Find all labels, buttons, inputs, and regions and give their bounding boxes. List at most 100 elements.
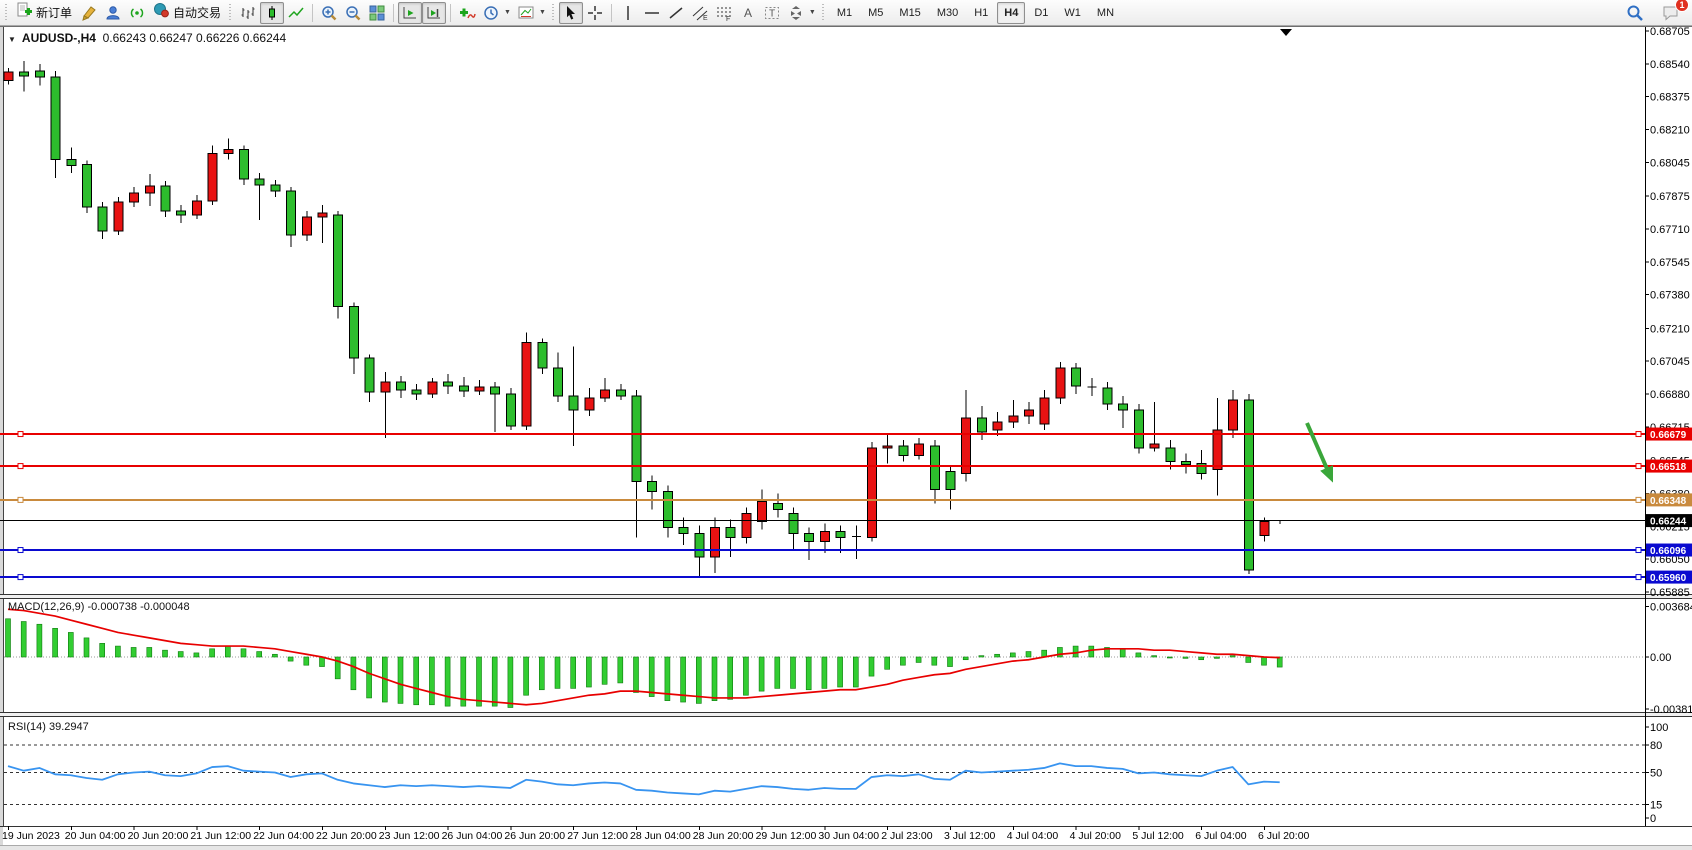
rsi-value: 39.2947: [49, 721, 89, 733]
timeframe-button-H4[interactable]: H4: [997, 2, 1025, 24]
collapse-quote-icon[interactable]: ▼: [8, 35, 16, 44]
cursor-icon: [562, 4, 580, 22]
hline-tag-0.65960[interactable]: 0.65960: [1646, 571, 1692, 585]
svg-text:29 Jun 12:00: 29 Jun 12:00: [756, 830, 817, 842]
arrows-button[interactable]: ▼: [784, 2, 819, 24]
search-icon: [1625, 3, 1645, 23]
svg-text:5 Jul 12:00: 5 Jul 12:00: [1132, 830, 1184, 842]
svg-text:15: 15: [1650, 799, 1662, 811]
svg-text:0.003684: 0.003684: [1650, 602, 1692, 614]
horizontal-line-icon: [643, 4, 661, 22]
periods-button[interactable]: ▼: [479, 2, 514, 24]
timeframe-button-H1[interactable]: H1: [967, 2, 995, 24]
styler-button[interactable]: [77, 2, 101, 24]
rsi-name: RSI(14): [8, 721, 46, 733]
svg-text:0.67380: 0.67380: [1650, 290, 1690, 302]
svg-text:0.66096: 0.66096: [1650, 546, 1687, 557]
timeframe-button-M30[interactable]: M30: [930, 2, 965, 24]
auto-trading-button[interactable]: 自动交易: [149, 2, 226, 24]
chart-shift-icon: [425, 4, 443, 22]
auto-trading-icon: [152, 1, 170, 24]
text-label-icon: T: [763, 4, 781, 22]
svg-text:F: F: [726, 16, 730, 22]
tile-windows-button[interactable]: [365, 2, 389, 24]
bar-chart-button[interactable]: [236, 2, 260, 24]
svg-text:50: 50: [1650, 768, 1662, 780]
templates-button[interactable]: ▼: [514, 2, 549, 24]
notifications-button[interactable]: 1: [1658, 2, 1684, 24]
tile-windows-icon: [368, 4, 386, 22]
svg-text:6 Jul 04:00: 6 Jul 04:00: [1195, 830, 1247, 842]
indicators-button[interactable]: [455, 2, 479, 24]
timeframe-button-D1[interactable]: D1: [1027, 2, 1055, 24]
svg-text:28 Jun 04:00: 28 Jun 04:00: [630, 830, 691, 842]
zoom-out-button[interactable]: [341, 2, 365, 24]
svg-text:0.65885: 0.65885: [1650, 587, 1690, 599]
svg-text:0.66679: 0.66679: [1650, 430, 1687, 441]
svg-text:0.66348: 0.66348: [1650, 496, 1687, 507]
macd-label: MACD(12,26,9) -0.000738 -0.000048: [8, 601, 190, 613]
svg-text:E: E: [703, 15, 708, 22]
svg-text:0.65960: 0.65960: [1650, 573, 1687, 584]
svg-text:0.67545: 0.67545: [1650, 257, 1690, 269]
toolbar-drag-handle[interactable]: [821, 4, 826, 22]
chart-shift-button[interactable]: [422, 2, 446, 24]
horizontal-line-button[interactable]: [640, 2, 664, 24]
crosshair-button[interactable]: [583, 2, 607, 24]
line-chart-button[interactable]: [284, 2, 308, 24]
timeframe-button-M5[interactable]: M5: [861, 2, 890, 24]
svg-text:0.67875: 0.67875: [1650, 191, 1690, 203]
current-price-tag[interactable]: 0.66244: [1646, 514, 1692, 528]
timeframe-button-W1[interactable]: W1: [1057, 2, 1088, 24]
timeframe-toolbar: M1M5M15M30H1H4D1W1MN: [829, 1, 1122, 25]
svg-text:A: A: [744, 6, 752, 20]
rsi-label: RSI(14) 39.2947: [8, 721, 89, 733]
svg-text:0.68705: 0.68705: [1650, 26, 1690, 38]
text-button[interactable]: A: [736, 2, 760, 24]
svg-text:0.67710: 0.67710: [1650, 224, 1690, 236]
search-button[interactable]: [1622, 2, 1648, 24]
hline-tag-0.66348[interactable]: 0.66348: [1646, 493, 1692, 507]
text-label-button[interactable]: T: [760, 2, 784, 24]
candlestick-chart-icon: [263, 4, 281, 22]
svg-text:0: 0: [1650, 813, 1656, 825]
equidistant-channel-button[interactable]: E: [688, 2, 712, 24]
fibonacci-button[interactable]: F: [712, 2, 736, 24]
toolbar-drag-handle[interactable]: [551, 4, 556, 22]
zoom-in-button[interactable]: [317, 2, 341, 24]
svg-text:19 Jun 2023: 19 Jun 2023: [2, 830, 60, 842]
main-toolbar: 新订单 自动交易: [0, 0, 1692, 26]
trendline-button[interactable]: [664, 2, 688, 24]
signals-button[interactable]: [125, 2, 149, 24]
line-chart-icon: [287, 4, 305, 22]
hline-tag-0.66679[interactable]: 0.66679: [1646, 428, 1692, 442]
templates-icon: [517, 4, 535, 22]
new-order-button[interactable]: 新订单: [12, 2, 77, 24]
toolbar-drag-handle[interactable]: [4, 4, 9, 22]
profile-button[interactable]: [101, 2, 125, 24]
timeframe-button-M1[interactable]: M1: [830, 2, 859, 24]
auto-scroll-icon: [401, 4, 419, 22]
auto-scroll-button[interactable]: [398, 2, 422, 24]
timeframe-button-M15[interactable]: M15: [892, 2, 927, 24]
vertical-line-icon: [619, 4, 637, 22]
vertical-line-button[interactable]: [616, 2, 640, 24]
hline-tag-0.66518[interactable]: 0.66518: [1646, 460, 1692, 474]
text-icon: A: [739, 4, 757, 22]
profile-icon: [104, 4, 122, 22]
svg-text:0.66518: 0.66518: [1650, 462, 1687, 473]
notification-badge: 1: [1675, 0, 1689, 12]
styler-icon: [80, 4, 98, 22]
indicators-icon: [458, 4, 476, 22]
chevron-down-icon: ▼: [539, 9, 546, 16]
svg-text:22 Jun 04:00: 22 Jun 04:00: [253, 830, 314, 842]
chart-canvas[interactable]: 0.687050.685400.683750.682100.680450.678…: [0, 0, 1692, 850]
new-order-icon: [15, 1, 33, 24]
timeframe-button-MN[interactable]: MN: [1090, 2, 1121, 24]
svg-text:20 Jun 04:00: 20 Jun 04:00: [65, 830, 126, 842]
hline-tag-0.66096[interactable]: 0.66096: [1646, 544, 1692, 558]
candlestick-chart-button[interactable]: [260, 2, 284, 24]
chart-ohlc-quote: 0.66243 0.66247 0.66226 0.66244: [103, 31, 287, 45]
toolbar-drag-handle[interactable]: [228, 4, 233, 22]
cursor-button[interactable]: [559, 2, 583, 24]
